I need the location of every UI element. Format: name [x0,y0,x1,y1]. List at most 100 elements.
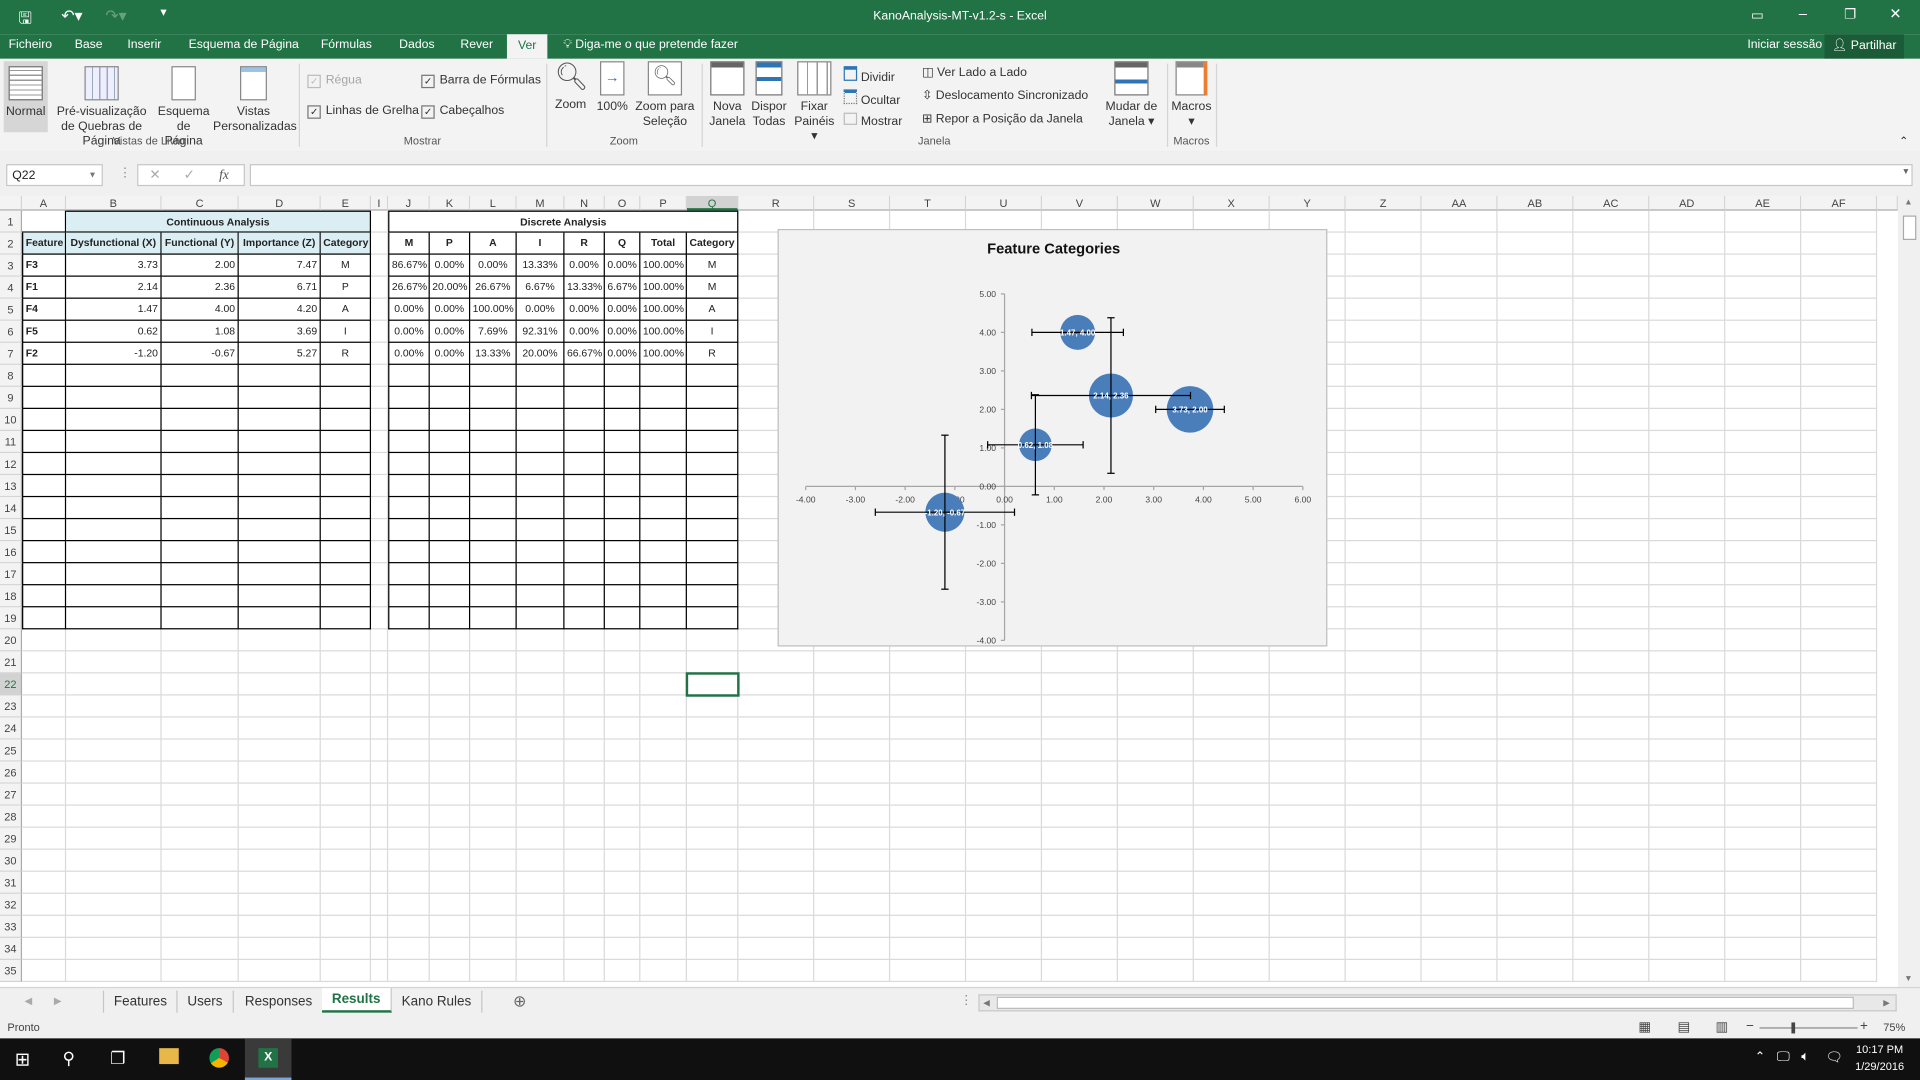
cell[interactable] [1573,585,1650,608]
cell[interactable] [66,651,162,674]
row-header-13[interactable]: 13 [0,475,23,498]
cell[interactable] [1725,805,1802,828]
cell[interactable] [371,210,389,233]
cell[interactable] [320,673,372,696]
cell[interactable] [516,364,565,387]
data-cell[interactable]: 1.47 [66,298,162,321]
cell[interactable] [686,937,739,961]
cell[interactable] [388,453,430,476]
headings-checkbox[interactable]: ✓ Cabeçalhos [421,104,504,119]
cell[interactable] [1801,519,1878,542]
cell[interactable] [388,651,430,674]
zoom-slider-thumb[interactable] [1791,1022,1796,1034]
cell[interactable] [516,893,565,916]
cell[interactable] [1573,717,1650,740]
cell[interactable] [1497,937,1574,961]
zoom-in-icon[interactable]: + [1860,1019,1868,1034]
cell[interactable] [1497,342,1574,365]
cell[interactable] [516,915,565,938]
next-sheet-icon[interactable]: ▶ [54,996,62,1007]
cell[interactable] [1497,783,1574,806]
cell[interactable] [604,629,641,652]
cell[interactable] [1573,849,1650,872]
cell[interactable] [686,695,739,718]
cell[interactable] [1573,629,1650,652]
cell[interactable] [388,408,430,432]
data-cell[interactable]: R [320,342,372,365]
cell[interactable] [1497,871,1574,894]
cell[interactable] [1801,386,1878,409]
cell[interactable] [1649,320,1726,343]
cell[interactable] [1421,342,1498,365]
cell[interactable] [1421,960,1498,983]
cell[interactable] [516,761,565,784]
cell[interactable] [738,893,815,916]
cell[interactable] [388,893,430,916]
cell[interactable] [604,497,641,520]
column-header-AC[interactable]: AC [1573,195,1650,211]
cell[interactable] [388,386,430,409]
row-header-35[interactable]: 35 [0,960,23,983]
row-header-7[interactable]: 7 [0,342,23,365]
cell[interactable] [1193,739,1270,762]
cell[interactable] [371,519,389,542]
cell[interactable] [686,563,739,586]
data-cell[interactable]: 100.00% [640,320,687,343]
tab-rever[interactable]: Rever [460,38,493,51]
cell[interactable] [1345,585,1422,608]
cell[interactable] [66,849,162,872]
data-cell[interactable]: 100.00% [640,254,687,277]
cell[interactable] [604,651,641,674]
cell[interactable] [1725,276,1802,299]
expand-formula-icon[interactable]: ▼ [1902,168,1910,177]
cell[interactable] [1573,519,1650,542]
cell[interactable] [564,629,605,652]
data-cell[interactable]: 0.00% [604,342,641,365]
cell[interactable] [161,453,239,476]
cell[interactable] [890,761,967,784]
cell[interactable] [1497,364,1574,387]
cell[interactable] [686,805,739,828]
cell[interactable] [1497,408,1574,432]
cell[interactable] [429,960,471,983]
cell[interactable] [429,651,471,674]
cell[interactable] [1801,739,1878,762]
cell[interactable] [22,739,67,762]
data-cell[interactable]: -1.20 [66,342,162,365]
cell[interactable] [564,364,605,387]
cell[interactable] [686,519,739,542]
cell[interactable] [1649,717,1726,740]
cell[interactable] [388,541,430,564]
cell[interactable] [161,541,239,564]
cell[interactable] [1573,607,1650,630]
cell[interactable] [161,497,239,520]
cell[interactable] [1725,849,1802,872]
cell[interactable] [604,585,641,608]
cell[interactable] [429,364,471,387]
cell[interactable] [161,431,239,454]
data-cell[interactable]: -0.67 [161,342,239,365]
column-label-P[interactable]: Total [640,232,687,255]
cell[interactable] [1345,915,1422,938]
cell[interactable] [1042,717,1118,740]
data-cell[interactable]: 86.67% [388,254,430,277]
cell[interactable] [388,717,430,740]
cell[interactable] [161,805,239,828]
cell[interactable] [1497,607,1574,630]
cell[interactable] [1421,695,1498,718]
cell[interactable] [320,805,372,828]
cell[interactable] [66,541,162,564]
hide-button[interactable]: Ocultar [843,89,900,108]
row-header-15[interactable]: 15 [0,519,23,542]
data-cell[interactable]: F1 [22,276,67,299]
cell[interactable] [1649,607,1726,630]
cell[interactable] [640,827,687,850]
cell[interactable] [238,431,321,454]
cell[interactable] [161,673,239,696]
cell[interactable] [470,960,517,983]
cell[interactable] [429,673,471,696]
cell[interactable] [1497,651,1574,674]
cell[interactable] [1421,232,1498,255]
cell[interactable] [516,629,565,652]
cell[interactable] [1573,232,1650,255]
